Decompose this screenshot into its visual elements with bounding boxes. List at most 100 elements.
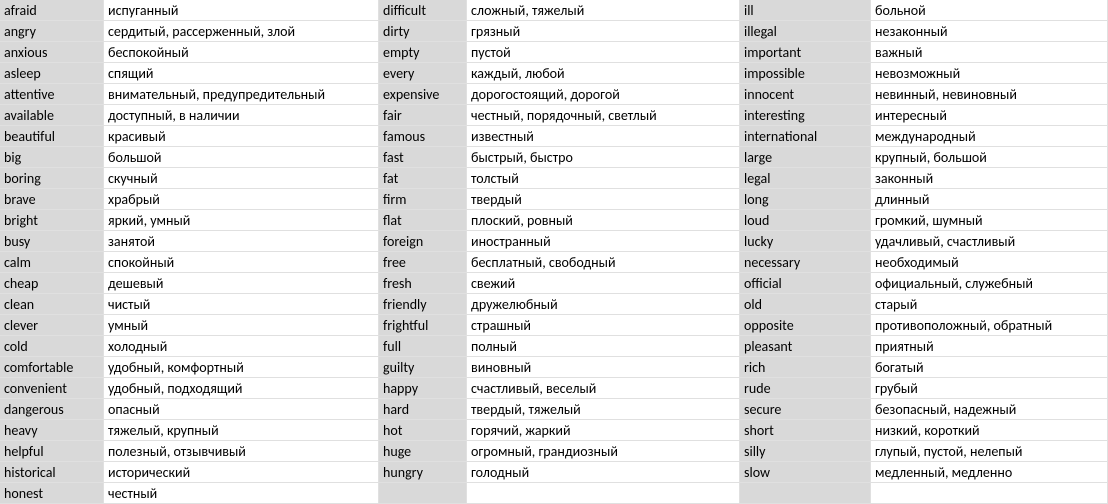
- russian-translation-cell: виновный: [467, 357, 740, 378]
- english-word-cell: hungry: [379, 462, 467, 483]
- vocabulary-table: afraidиспуганныйdifficultсложный, тяжелы…: [0, 0, 1108, 504]
- english-word-cell: opposite: [740, 315, 871, 336]
- english-word-cell: flat: [379, 210, 467, 231]
- english-word-cell: friendly: [379, 294, 467, 315]
- english-word-cell: famous: [379, 126, 467, 147]
- english-word-cell: cold: [0, 336, 104, 357]
- russian-translation-cell: сложный, тяжелый: [467, 0, 740, 21]
- russian-translation-cell: медленный, медленно: [871, 462, 1108, 483]
- russian-translation-cell: громкий, шумный: [871, 210, 1108, 231]
- english-word-cell: heavy: [0, 420, 104, 441]
- russian-translation-cell: испуганный: [104, 0, 379, 21]
- english-word-cell: clean: [0, 294, 104, 315]
- english-word-cell: fresh: [379, 273, 467, 294]
- russian-translation-cell: холодный: [104, 336, 379, 357]
- english-word-cell: long: [740, 189, 871, 210]
- english-word-cell: secure: [740, 399, 871, 420]
- english-word-cell: necessary: [740, 252, 871, 273]
- russian-translation-cell: дешевый: [104, 273, 379, 294]
- english-word-cell: every: [379, 63, 467, 84]
- russian-translation-cell: счастливый, веселый: [467, 378, 740, 399]
- russian-translation-cell: занятой: [104, 231, 379, 252]
- russian-translation-cell: скучный: [104, 168, 379, 189]
- english-word-cell: expensive: [379, 84, 467, 105]
- english-word-cell: clever: [0, 315, 104, 336]
- english-word-cell: brave: [0, 189, 104, 210]
- english-word-cell: comfortable: [0, 357, 104, 378]
- english-word-cell: [740, 483, 871, 504]
- russian-translation-cell: твердый, тяжелый: [467, 399, 740, 420]
- english-word-cell: asleep: [0, 63, 104, 84]
- russian-translation-cell: приятный: [871, 336, 1108, 357]
- russian-translation-cell: безопасный, надежный: [871, 399, 1108, 420]
- russian-translation-cell: противоположный, обратный: [871, 315, 1108, 336]
- english-word-cell: hard: [379, 399, 467, 420]
- english-word-cell: old: [740, 294, 871, 315]
- english-word-cell: difficult: [379, 0, 467, 21]
- russian-translation-cell: глупый, пустой, нелепый: [871, 441, 1108, 462]
- english-word-cell: convenient: [0, 378, 104, 399]
- english-word-cell: guilty: [379, 357, 467, 378]
- russian-translation-cell: честный, порядочный, светлый: [467, 105, 740, 126]
- english-word-cell: foreign: [379, 231, 467, 252]
- english-word-cell: historical: [0, 462, 104, 483]
- english-word-cell: rude: [740, 378, 871, 399]
- english-word-cell: busy: [0, 231, 104, 252]
- russian-translation-cell: незаконный: [871, 21, 1108, 42]
- english-word-cell: international: [740, 126, 871, 147]
- english-word-cell: big: [0, 147, 104, 168]
- russian-translation-cell: доступный, в наличии: [104, 105, 379, 126]
- english-word-cell: fast: [379, 147, 467, 168]
- russian-translation-cell: известный: [467, 126, 740, 147]
- english-word-cell: bright: [0, 210, 104, 231]
- russian-translation-cell: международный: [871, 126, 1108, 147]
- russian-translation-cell: чистый: [104, 294, 379, 315]
- english-word-cell: impossible: [740, 63, 871, 84]
- russian-translation-cell: полезный, отзывчивый: [104, 441, 379, 462]
- english-word-cell: angry: [0, 21, 104, 42]
- russian-translation-cell: крупный, большой: [871, 147, 1108, 168]
- english-word-cell: fair: [379, 105, 467, 126]
- russian-translation-cell: [871, 483, 1108, 504]
- russian-translation-cell: горячий, жаркий: [467, 420, 740, 441]
- english-word-cell: helpful: [0, 441, 104, 462]
- english-word-cell: huge: [379, 441, 467, 462]
- russian-translation-cell: умный: [104, 315, 379, 336]
- english-word-cell: cheap: [0, 273, 104, 294]
- english-word-cell: interesting: [740, 105, 871, 126]
- russian-translation-cell: бесплатный, свободный: [467, 252, 740, 273]
- russian-translation-cell: необходимый: [871, 252, 1108, 273]
- russian-translation-cell: богатый: [871, 357, 1108, 378]
- russian-translation-cell: плоский, ровный: [467, 210, 740, 231]
- russian-translation-cell: тяжелый, крупный: [104, 420, 379, 441]
- russian-translation-cell: быстрый, быстро: [467, 147, 740, 168]
- english-word-cell: legal: [740, 168, 871, 189]
- english-word-cell: honest: [0, 483, 104, 504]
- english-word-cell: fat: [379, 168, 467, 189]
- english-word-cell: attentive: [0, 84, 104, 105]
- russian-translation-cell: спящий: [104, 63, 379, 84]
- russian-translation-cell: страшный: [467, 315, 740, 336]
- russian-translation-cell: честный: [104, 483, 379, 504]
- russian-translation-cell: полный: [467, 336, 740, 357]
- english-word-cell: innocent: [740, 84, 871, 105]
- english-word-cell: firm: [379, 189, 467, 210]
- english-word-cell: rich: [740, 357, 871, 378]
- russian-translation-cell: сердитый, рассерженный, злой: [104, 21, 379, 42]
- english-word-cell: beautiful: [0, 126, 104, 147]
- russian-translation-cell: низкий, короткий: [871, 420, 1108, 441]
- english-word-cell: happy: [379, 378, 467, 399]
- russian-translation-cell: невозможный: [871, 63, 1108, 84]
- russian-translation-cell: старый: [871, 294, 1108, 315]
- russian-translation-cell: пустой: [467, 42, 740, 63]
- english-word-cell: short: [740, 420, 871, 441]
- english-word-cell: anxious: [0, 42, 104, 63]
- russian-translation-cell: официальный, служебный: [871, 273, 1108, 294]
- english-word-cell: ill: [740, 0, 871, 21]
- russian-translation-cell: опасный: [104, 399, 379, 420]
- russian-translation-cell: удобный, подходящий: [104, 378, 379, 399]
- russian-translation-cell: беспокойный: [104, 42, 379, 63]
- russian-translation-cell: каждый, любой: [467, 63, 740, 84]
- english-word-cell: full: [379, 336, 467, 357]
- english-word-cell: important: [740, 42, 871, 63]
